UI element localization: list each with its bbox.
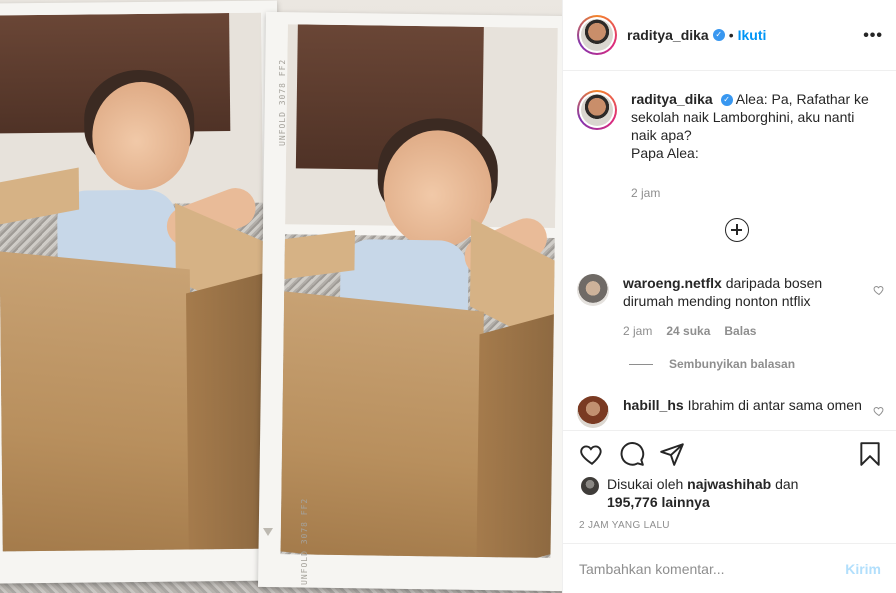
add-circle-icon[interactable]	[725, 218, 749, 242]
likes-count[interactable]: 195,776 lainnya	[607, 494, 710, 510]
tape-label-lower: UNFOLD 3078 FF2	[300, 497, 309, 585]
tape-label-upper: UNFOLD 3078 FF2	[278, 58, 287, 146]
hide-replies-line	[629, 363, 653, 365]
caption-username[interactable]: raditya_dika	[631, 91, 713, 107]
follow-button[interactable]: Ikuti	[738, 27, 767, 43]
comment-avatar[interactable]	[577, 274, 609, 306]
share-icon[interactable]	[659, 441, 685, 467]
post-photo[interactable]: UNFOLD 3078 FF2 UNFOLD 3078 FF2	[0, 0, 562, 593]
comment-like-heart-icon[interactable]	[873, 284, 885, 296]
likes-prefix: Disukai oleh	[607, 476, 684, 492]
heart-icon[interactable]	[579, 441, 605, 467]
instagram-post: UNFOLD 3078 FF2 UNFOLD 3078 FF2 raditya_…	[0, 0, 896, 593]
comment-icon[interactable]	[619, 441, 645, 467]
more-icon[interactable]: •••	[863, 27, 883, 45]
liker-avatar[interactable]	[581, 477, 599, 495]
post-timestamp[interactable]: 2 JAM YANG LALU	[579, 520, 670, 531]
likes-summary: Disukai oleh najwashihab dan 195,776 lai…	[581, 475, 798, 511]
comment-text: Ibrahim di antar sama omen	[687, 397, 862, 413]
bookmark-icon[interactable]	[857, 441, 883, 467]
reply-button[interactable]: Balas	[724, 322, 756, 340]
comment-item: waroeng.netflx daripada bosen dirumah me…	[577, 274, 873, 340]
caption: raditya_dika ✓ Alea: Pa, Rafathar ke sek…	[577, 90, 871, 202]
photo-frame-left	[0, 0, 284, 584]
comment-time[interactable]: 2 jam	[623, 322, 652, 340]
hide-replies-label: Sembunyikan balasan	[669, 357, 796, 371]
avatar-image	[581, 19, 613, 51]
comment-item: habill_hs Ibrahim di antar sama omen	[577, 396, 873, 428]
verified-icon: ✓	[712, 29, 725, 41]
verified-icon: ✓	[720, 94, 733, 107]
post-header: raditya_dika ✓ • Ikuti •••	[563, 0, 896, 71]
comment-likes[interactable]: 24 suka	[666, 322, 710, 340]
hide-replies-button[interactable]: Sembunyikan balasan	[629, 357, 795, 371]
comments-list[interactable]: raditya_dika ✓ Alea: Pa, Rafathar ke sek…	[563, 72, 896, 429]
comment-like-heart-icon[interactable]	[873, 405, 885, 417]
separator-dot: •	[728, 27, 734, 43]
post-comment-button[interactable]: Kirim	[845, 561, 881, 577]
likes-conjunction: dan	[775, 476, 799, 492]
tape-arrow-icon	[263, 528, 273, 536]
photo-snapshot-left	[0, 12, 267, 552]
liker-username[interactable]: najwashihab	[687, 476, 771, 492]
caption-avatar[interactable]	[577, 90, 617, 130]
add-comment-bar: Kirim	[563, 543, 896, 593]
comment-username[interactable]: waroeng.netflx	[623, 275, 722, 291]
author-username[interactable]: raditya_dika	[627, 27, 709, 43]
post-side-panel: raditya_dika ✓ • Ikuti ••• raditya_dika …	[562, 0, 896, 593]
comment-username[interactable]: habill_hs	[623, 397, 684, 413]
post-actions: Disukai oleh najwashihab dan 195,776 lai…	[563, 430, 896, 593]
comment-avatar[interactable]	[577, 396, 609, 428]
author-avatar[interactable]	[577, 15, 617, 55]
photo-snapshot-right	[280, 24, 558, 558]
caption-time[interactable]: 2 jam	[631, 184, 660, 202]
comment-input[interactable]	[579, 561, 846, 577]
